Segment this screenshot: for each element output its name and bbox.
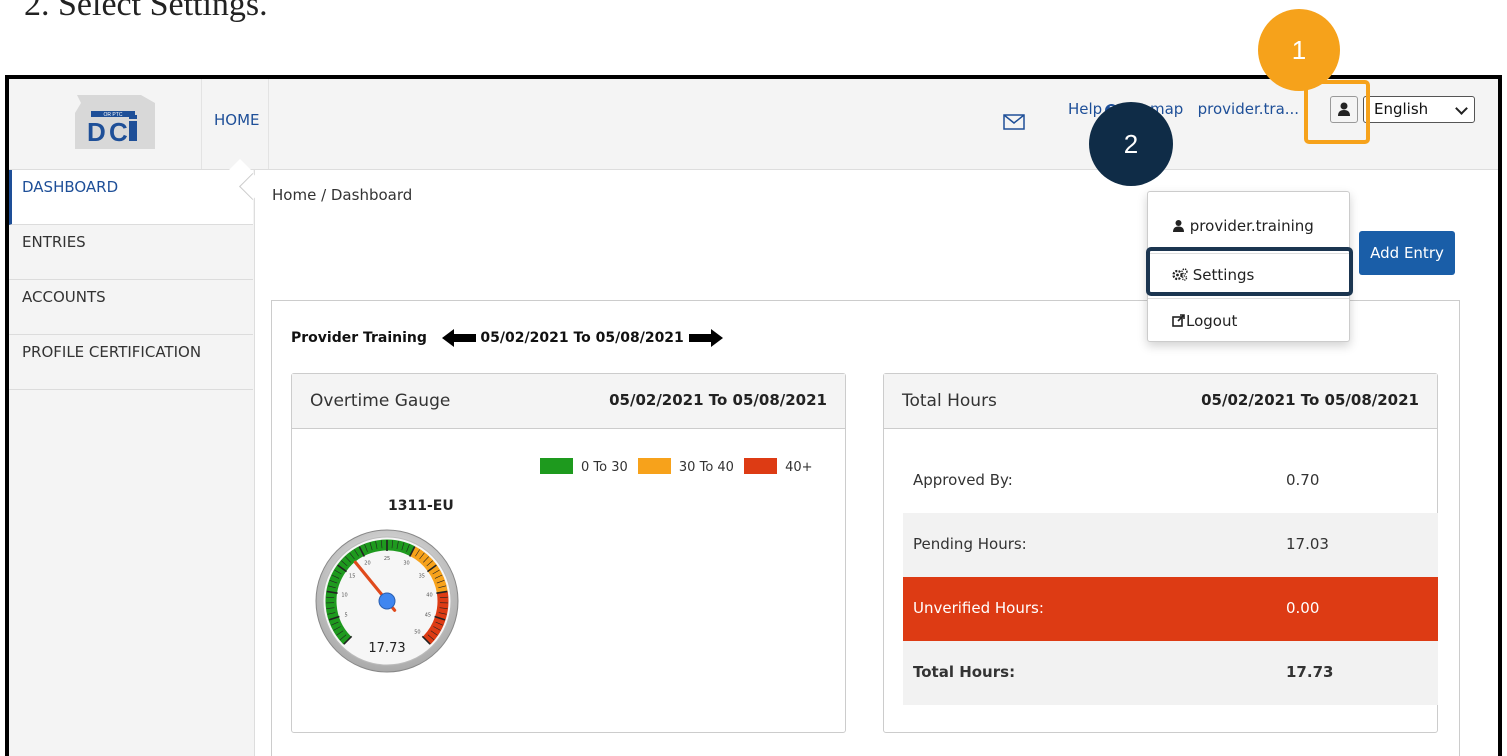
language-selected: English xyxy=(1374,100,1429,118)
dropdown-username-label: provider.training xyxy=(1189,217,1314,235)
provider-name: Provider Training xyxy=(291,330,427,346)
mail-icon[interactable] xyxy=(1003,114,1025,130)
gauge-tick-label: 5 xyxy=(345,612,348,618)
gauge-value: 17.73 xyxy=(368,641,405,656)
oregon-ptc-logo[interactable]: OR PTC D C xyxy=(71,93,159,151)
home-nav-label[interactable]: HOME xyxy=(214,111,260,129)
overtime-gauge: 5 10 15 20 25 30 35 40 45 50 17.73 xyxy=(315,529,459,673)
help-link[interactable]: Help xyxy=(1068,100,1102,118)
total-hours-card: Total Hours 05/02/2021 To 05/08/2021 App… xyxy=(883,373,1438,733)
gauge-tick-label: 35 xyxy=(419,574,425,580)
chevron-down-icon xyxy=(1455,102,1468,115)
legend-swatch-red xyxy=(744,458,778,474)
card-header: Overtime Gauge 05/02/2021 To 05/08/2021 xyxy=(292,374,845,429)
logo-cell: OR PTC D C xyxy=(9,79,202,169)
gauge-tick-label: 15 xyxy=(349,574,355,580)
sidebar-item-label: PROFILE CERTIFICATION xyxy=(22,343,202,361)
hours-row-approved: Approved By: 0.70 xyxy=(903,449,1438,513)
gauge-tick-label: 20 xyxy=(364,561,370,567)
sidebar-item-entries[interactable]: ENTRIES xyxy=(9,225,253,280)
hours-row-unverified: Unverified Hours: 0.00 xyxy=(903,577,1438,641)
breadcrumb: Home / Dashboard xyxy=(272,186,413,204)
row-label: Total Hours: xyxy=(913,663,1016,681)
arrow-right-icon[interactable] xyxy=(688,329,723,347)
arrow-left-icon[interactable] xyxy=(441,329,476,347)
legend-label: 30 To 40 xyxy=(678,460,734,475)
dropdown-username[interactable]: provider.training xyxy=(1172,217,1314,235)
gauge-tick-label: 30 xyxy=(403,561,409,567)
legend-swatch-green xyxy=(540,458,573,474)
date-range: 05/02/2021 To 05/08/2021 xyxy=(480,330,684,346)
logout-icon xyxy=(1172,314,1185,327)
svg-text:D: D xyxy=(87,117,106,147)
gauge-hub xyxy=(378,592,396,610)
legend-label: 40+ xyxy=(785,460,813,475)
user-icon xyxy=(1173,220,1184,232)
row-value: 0.00 xyxy=(1286,599,1320,617)
language-select[interactable]: English xyxy=(1363,96,1475,123)
gauge-tick-label: 45 xyxy=(425,612,431,618)
dashboard-panel: Provider Training 05/02/2021 To 05/08/20… xyxy=(271,300,1460,756)
gauge-title: 1311-EU xyxy=(388,498,454,514)
step-2-badge: 2 xyxy=(1089,102,1173,186)
sidebar-item-accounts[interactable]: ACCOUNTS xyxy=(9,280,253,335)
legend-label: 0 To 30 xyxy=(581,460,628,475)
card-date-range: 05/02/2021 To 05/08/2021 xyxy=(1201,391,1419,409)
step-1-badge: 1 xyxy=(1258,9,1340,91)
hours-row-pending: Pending Hours: 17.03 xyxy=(903,513,1438,577)
gauge-tick-label: 40 xyxy=(426,592,432,598)
settings-highlight-box xyxy=(1146,247,1353,296)
overtime-gauge-card: Overtime Gauge 05/02/2021 To 05/08/2021 … xyxy=(291,373,846,733)
row-label: Approved By: xyxy=(913,471,1013,489)
card-header: Total Hours 05/02/2021 To 05/08/2021 xyxy=(884,374,1437,429)
row-value: 0.70 xyxy=(1286,471,1320,489)
card-title: Total Hours xyxy=(902,391,997,411)
sidebar-item-label: DASHBOARD xyxy=(22,178,119,196)
sidebar-item-dashboard[interactable]: DASHBOARD xyxy=(9,170,266,225)
gauge-legend: 0 To 30 30 To 40 40+ xyxy=(534,458,813,475)
legend-swatch-orange xyxy=(637,458,671,474)
sidebar-item-label: ENTRIES xyxy=(22,233,86,251)
dropdown-divider xyxy=(1148,298,1349,299)
active-caret xyxy=(239,173,266,200)
dropdown-logout[interactable]: Logout xyxy=(1172,312,1237,330)
add-entry-button[interactable]: Add Entry xyxy=(1359,231,1455,275)
card-title: Overtime Gauge xyxy=(310,391,451,411)
home-active-caret xyxy=(229,159,251,170)
provider-range-line: Provider Training 05/02/2021 To 05/08/20… xyxy=(291,329,723,347)
hours-row-total: Total Hours: 17.73 xyxy=(903,641,1438,705)
card-date-range: 05/02/2021 To 05/08/2021 xyxy=(609,391,827,409)
gauge-tick-label: 50 xyxy=(414,629,420,635)
gauge-tick-label: 10 xyxy=(341,592,347,598)
user-button-highlight-box xyxy=(1304,80,1370,144)
sidebar-item-label: ACCOUNTS xyxy=(22,288,106,306)
sidebar: DASHBOARD ENTRIES ACCOUNTS PROFILE CERTI… xyxy=(9,170,266,756)
row-value: 17.73 xyxy=(1286,663,1334,681)
home-nav-tab[interactable]: HOME xyxy=(202,79,269,170)
top-navbar: OR PTC D C HOME Help?Sitemap provider.tr… xyxy=(9,79,1498,170)
row-label: Pending Hours: xyxy=(913,535,1027,553)
gauge-tick-label: 25 xyxy=(384,556,390,562)
app-window: OR PTC D C HOME Help?Sitemap provider.tr… xyxy=(5,75,1502,756)
row-label: Unverified Hours: xyxy=(913,599,1044,617)
dropdown-logout-label: Logout xyxy=(1186,312,1238,330)
step-caption: 2. Select Settings. xyxy=(24,0,268,23)
svg-text:C: C xyxy=(109,117,128,147)
sidebar-item-profile-certification[interactable]: PROFILE CERTIFICATION xyxy=(9,335,253,390)
row-value: 17.03 xyxy=(1286,535,1329,553)
user-name-link[interactable]: provider.tra... xyxy=(1198,100,1299,118)
